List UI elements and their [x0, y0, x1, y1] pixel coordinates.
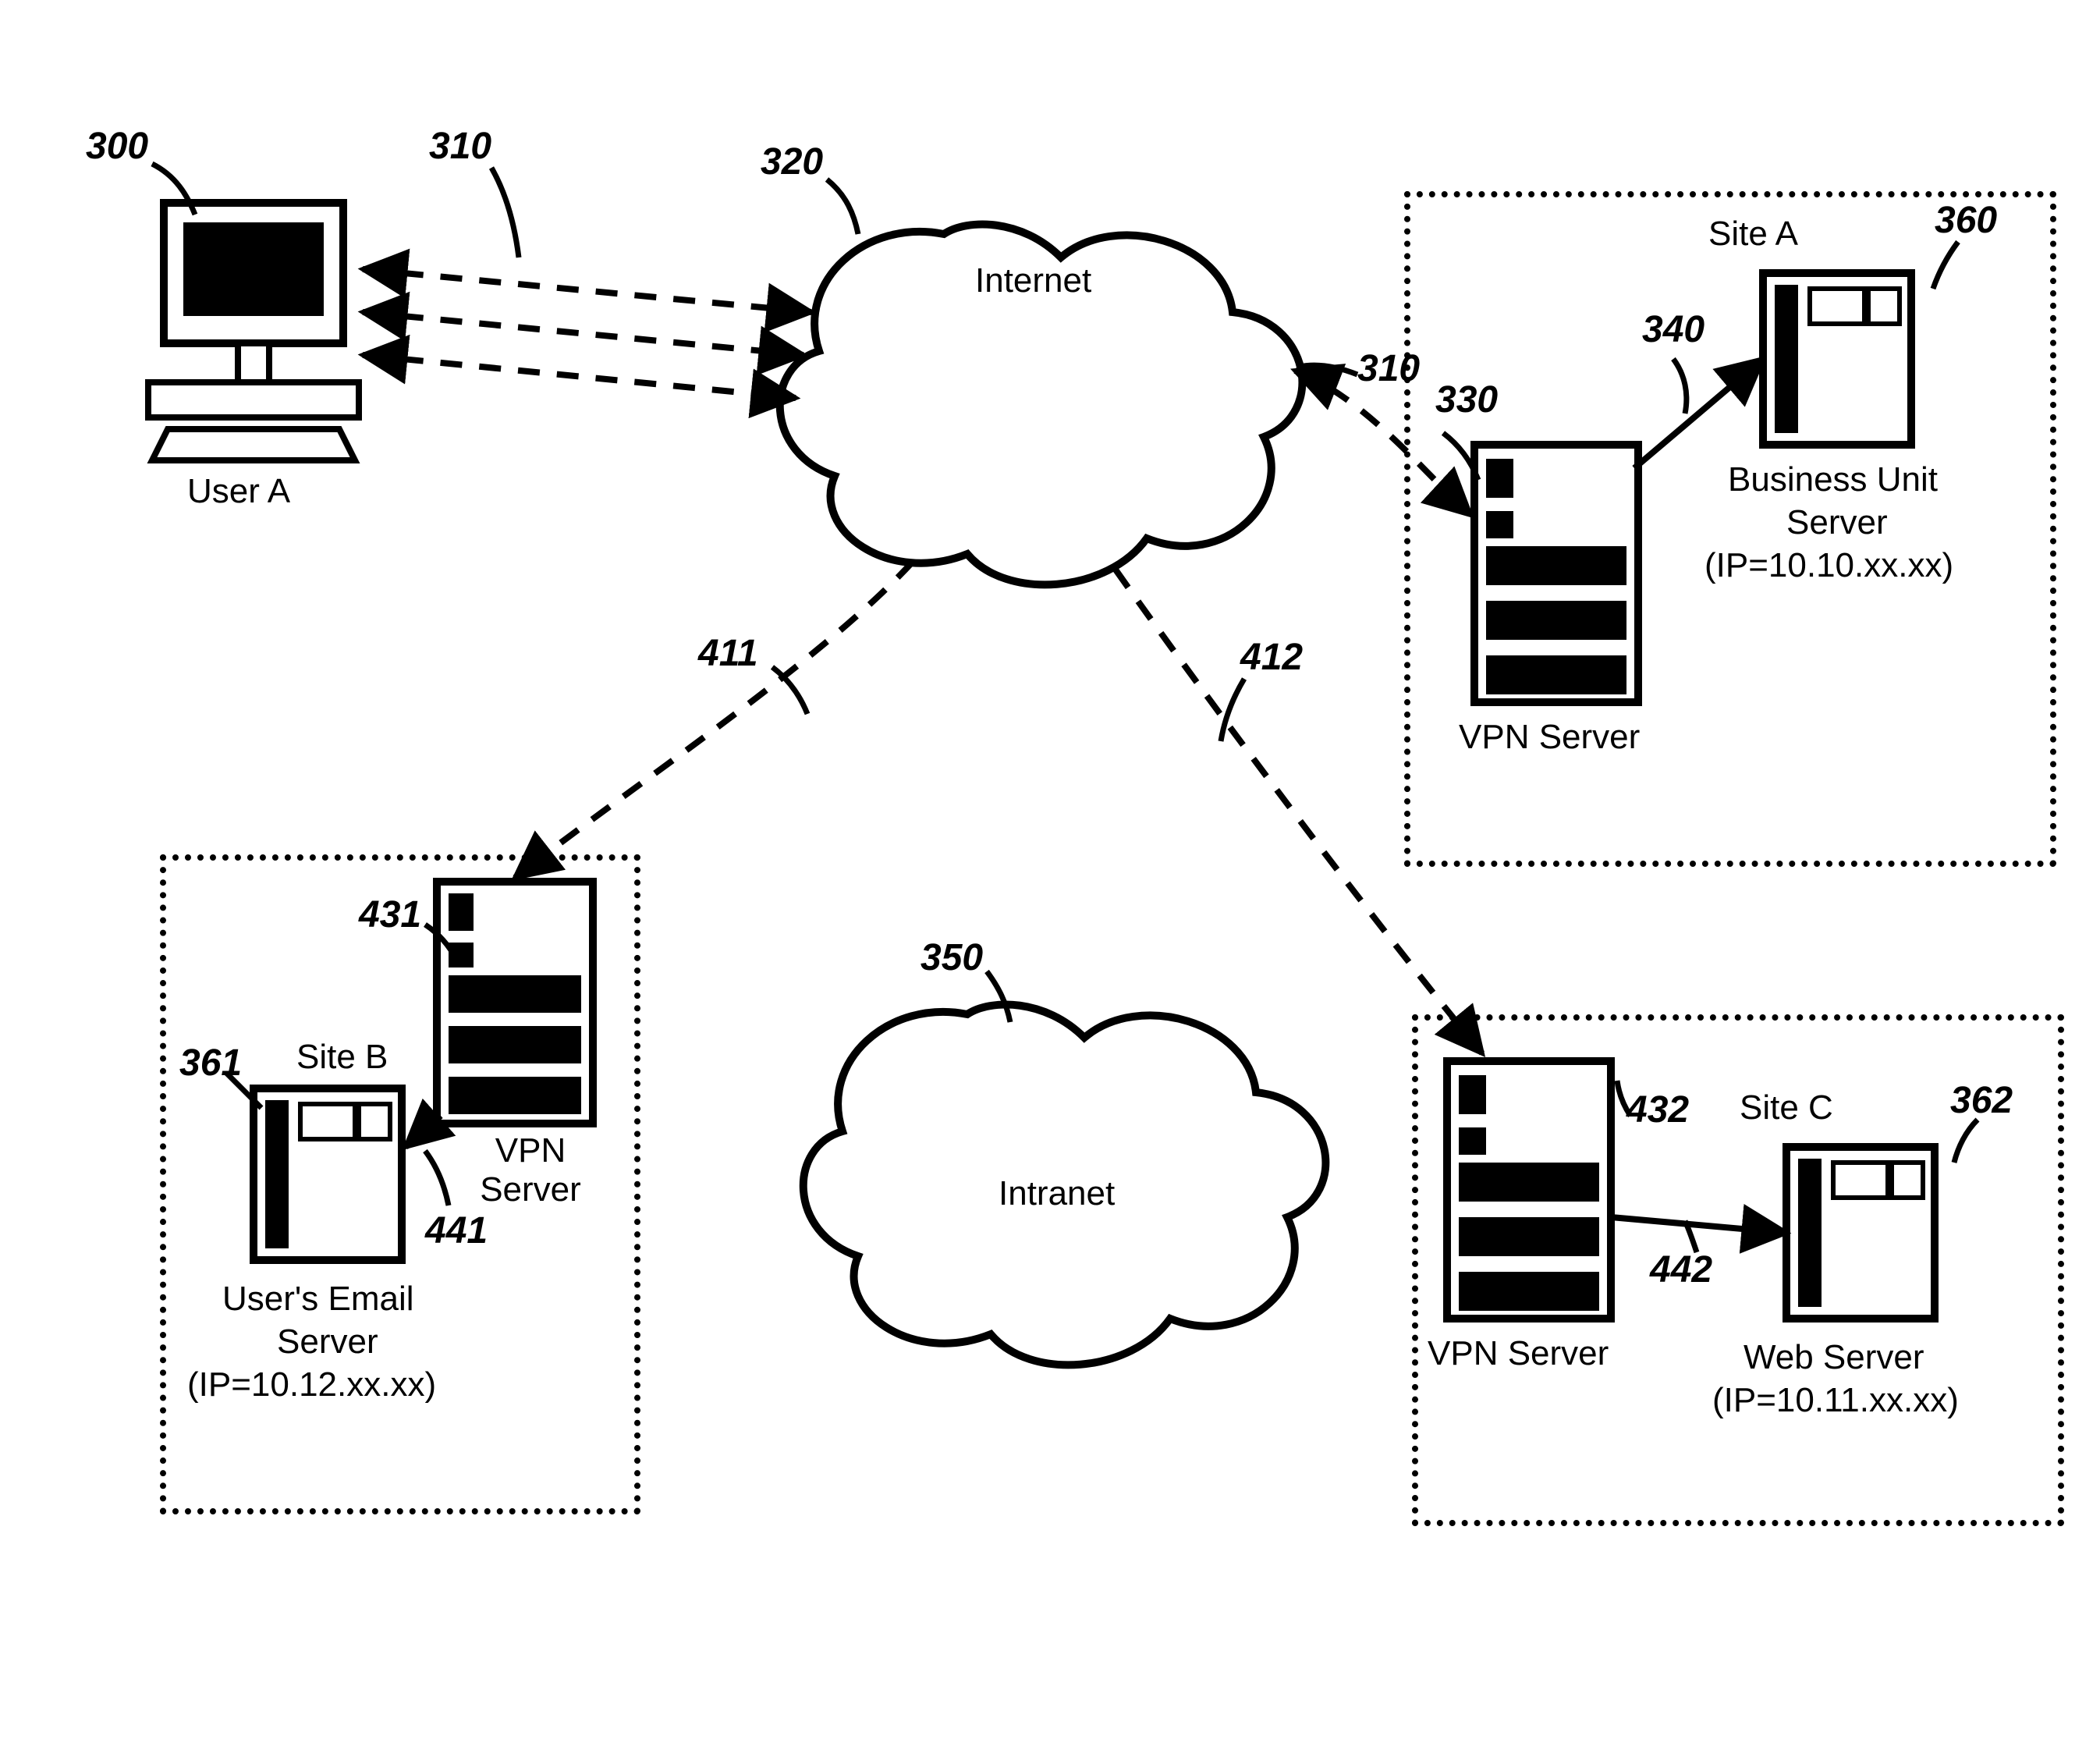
site-a-title: Site A [1708, 215, 1798, 254]
site-b-vpn-label: VPNServer [445, 1131, 616, 1209]
ref-362: 362 [1950, 1079, 2013, 1122]
site-a-server-name: Business Unit [1728, 460, 1938, 499]
site-a-ip: (IP=10.10.xx.xx) [1704, 546, 1953, 585]
site-c-title: Site C [1740, 1088, 1833, 1127]
site-a-vpn-label: VPN Server [1459, 718, 1640, 757]
ref-411: 411 [698, 632, 758, 675]
computer-icon [148, 203, 359, 460]
site-a-box [1404, 191, 2056, 867]
diagram-canvas: User A Internet Intranet Site A VPN Serv… [0, 0, 2100, 1761]
site-c-vpn-label: VPN Server [1428, 1334, 1609, 1373]
site-b-server-sub: Server [277, 1323, 378, 1362]
ref-310-left: 310 [429, 125, 491, 168]
ref-441: 441 [425, 1209, 488, 1252]
ref-340: 340 [1642, 308, 1704, 351]
ref-330: 330 [1435, 378, 1498, 421]
ref-432: 432 [1626, 1088, 1689, 1131]
internet-label: Internet [975, 261, 1091, 300]
intranet-label: Intranet [999, 1174, 1115, 1213]
ref-412: 412 [1240, 636, 1303, 679]
ref-431: 431 [359, 893, 421, 936]
ref-442: 442 [1650, 1248, 1712, 1291]
site-a-server-sub: Server [1786, 503, 1888, 542]
user-a-label: User A [187, 472, 290, 511]
site-b-server-name: User's Email [222, 1280, 414, 1319]
ref-310-right: 310 [1357, 347, 1420, 390]
site-b-ip: (IP=10.12.xx.xx) [187, 1365, 436, 1404]
site-c-server-name: Web Server [1743, 1338, 1924, 1377]
ref-360: 360 [1935, 199, 1997, 242]
ref-300: 300 [86, 125, 148, 168]
site-c-ip: (IP=10.11.xx.xx) [1712, 1381, 1959, 1420]
ref-320: 320 [761, 140, 823, 183]
ref-361: 361 [179, 1042, 242, 1085]
site-b-title: Site B [296, 1038, 388, 1077]
ref-350: 350 [921, 936, 983, 979]
